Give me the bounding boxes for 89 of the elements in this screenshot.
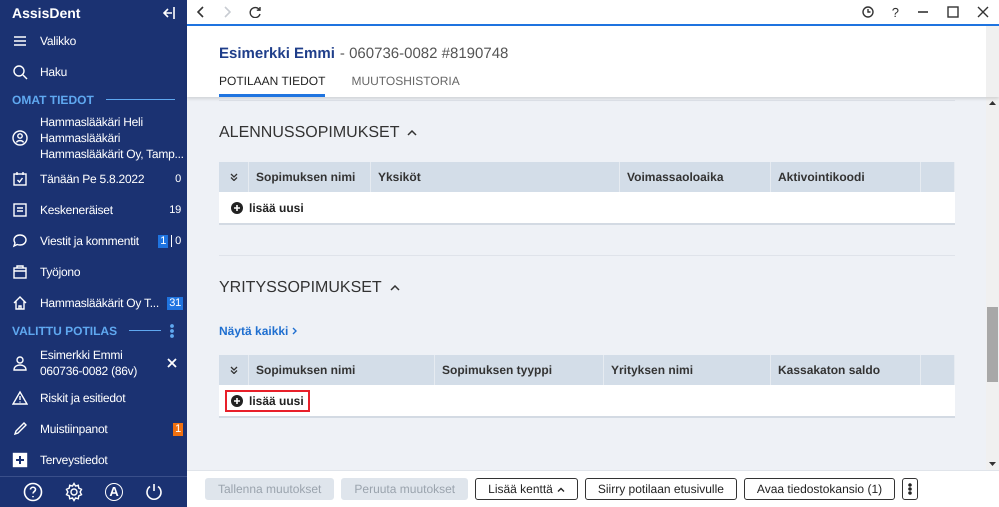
action-button[interactable]: Siirry potilaan etusivulle [584,478,737,500]
history-button[interactable] [862,6,874,18]
forward-icon [223,6,231,18]
scroll-down-icon [989,462,996,466]
section-title: YRITYSSOPIMUKSET [219,279,382,297]
home-icon [12,295,28,312]
tab[interactable]: MUUTOSHISTORIA [351,70,460,97]
help-button[interactable] [22,482,43,502]
document-icon [12,202,28,218]
add-new-button[interactable]: lisää uusi [225,390,310,412]
sidebar-item[interactable]: Muistiinpanot 1 [0,414,187,445]
reload-icon [249,6,261,18]
help-icon [22,482,43,502]
column-header: Yksiköt [371,162,620,192]
caret-up-icon [556,486,565,492]
settings-button[interactable] [64,482,84,502]
patient-name: Esimerkki Emmi [219,44,335,62]
item-count: 19 [169,204,181,216]
action-button[interactable]: Avaa tiedostokansio (1) [744,478,896,500]
collapse-button[interactable] [407,130,418,136]
close-icon [977,6,989,18]
account-button[interactable]: A [105,482,124,501]
column-header: Yrityksen nimi [604,355,771,385]
item-count: 0 [171,235,181,248]
more-icon [908,483,912,495]
plus-box-icon [12,452,28,468]
item-count: 0 [175,173,181,186]
section-title: ALENNUSSOPIMUKSET [219,124,400,142]
sidebar-item[interactable]: Hammaslääkärit Oy T... 31 [0,288,187,319]
column-header: Voimassaoloaika [620,162,771,192]
section-label: VALITTU POTILAS [12,324,118,338]
app-title: AssisDent [12,4,80,21]
power-icon [144,482,164,502]
back-icon [197,6,205,18]
column-header: Sopimuksen nimi [249,162,371,192]
warning-icon [12,390,28,406]
count-badge: 1 [173,422,183,436]
chevron-up-icon [407,130,418,136]
profile-item[interactable]: Hammaslääkäri Heli Hammaslääkäri Hammaslääkärit Oy, Tamp... [0,112,187,164]
sidebar-item[interactable]: Valikko [0,26,187,57]
search-icon [12,64,28,80]
pencil-icon [12,421,28,438]
briefcase-icon [12,264,28,280]
more-icon [169,324,175,338]
maximize-button[interactable] [947,6,959,18]
sidebar-item[interactable]: Terveystiedot [0,444,187,476]
chat-icon [12,233,28,250]
person-icon [12,354,28,371]
section-label: OMAT TIEDOT [12,92,94,107]
column-header: Kassakaton saldo [771,355,921,385]
maximize-icon [947,6,959,18]
close-icon [167,358,177,368]
double-chevron-icon [230,173,238,181]
more-button[interactable] [902,478,918,500]
back-button[interactable] [197,6,205,18]
reload-button[interactable] [249,6,261,18]
chevron-up-icon [390,285,400,291]
sidebar-item[interactable]: Keskeneräiset 19 [0,194,187,226]
help-button[interactable]: ? [892,4,899,20]
sidebar-item[interactable]: Haku [0,56,187,88]
patient-details: - 060736-0082 #8190748 [340,44,508,62]
sidebar-item[interactable]: Viestit ja kommentit 1 0 [0,226,187,257]
chevron-right-icon [292,327,298,335]
scroll-thumb[interactable] [987,307,998,382]
patient-item[interactable]: Esimerkki Emmi 060736-0082 (86v) [0,342,187,383]
column-header: Sopimuksen tyyppi [435,355,604,385]
collapse-arrow-icon [163,6,175,20]
column-header: Sopimuksen nimi [249,355,435,385]
sidebar-item[interactable]: Työjono [0,256,187,288]
scrollbar[interactable] [986,97,999,470]
calendar-icon [12,171,28,188]
user-circle-icon [12,130,28,146]
history-icon [862,6,874,18]
close-button[interactable] [977,6,989,18]
plus-circle-icon [231,202,243,214]
sidebar-item[interactable]: Riskit ja esitiedot [0,382,187,414]
scroll-up-icon [989,101,996,105]
column-header: Aktivointikoodi [771,162,921,192]
plus-circle-icon [231,394,243,406]
add-new-button[interactable]: lisää uusi [225,196,310,218]
action-button[interactable]: Lisää kenttä [475,478,578,500]
collapse-button[interactable] [390,285,400,291]
count-badge: 31 [167,296,183,310]
power-button[interactable] [144,482,164,502]
double-chevron-icon [230,366,238,374]
count-badge: 1 [158,234,168,248]
sidebar-item[interactable]: Tänään Pe 5.8.2022 0 [0,164,187,195]
show-all-link[interactable]: Näytä kaikki [219,324,288,338]
settings-icon [64,482,84,502]
